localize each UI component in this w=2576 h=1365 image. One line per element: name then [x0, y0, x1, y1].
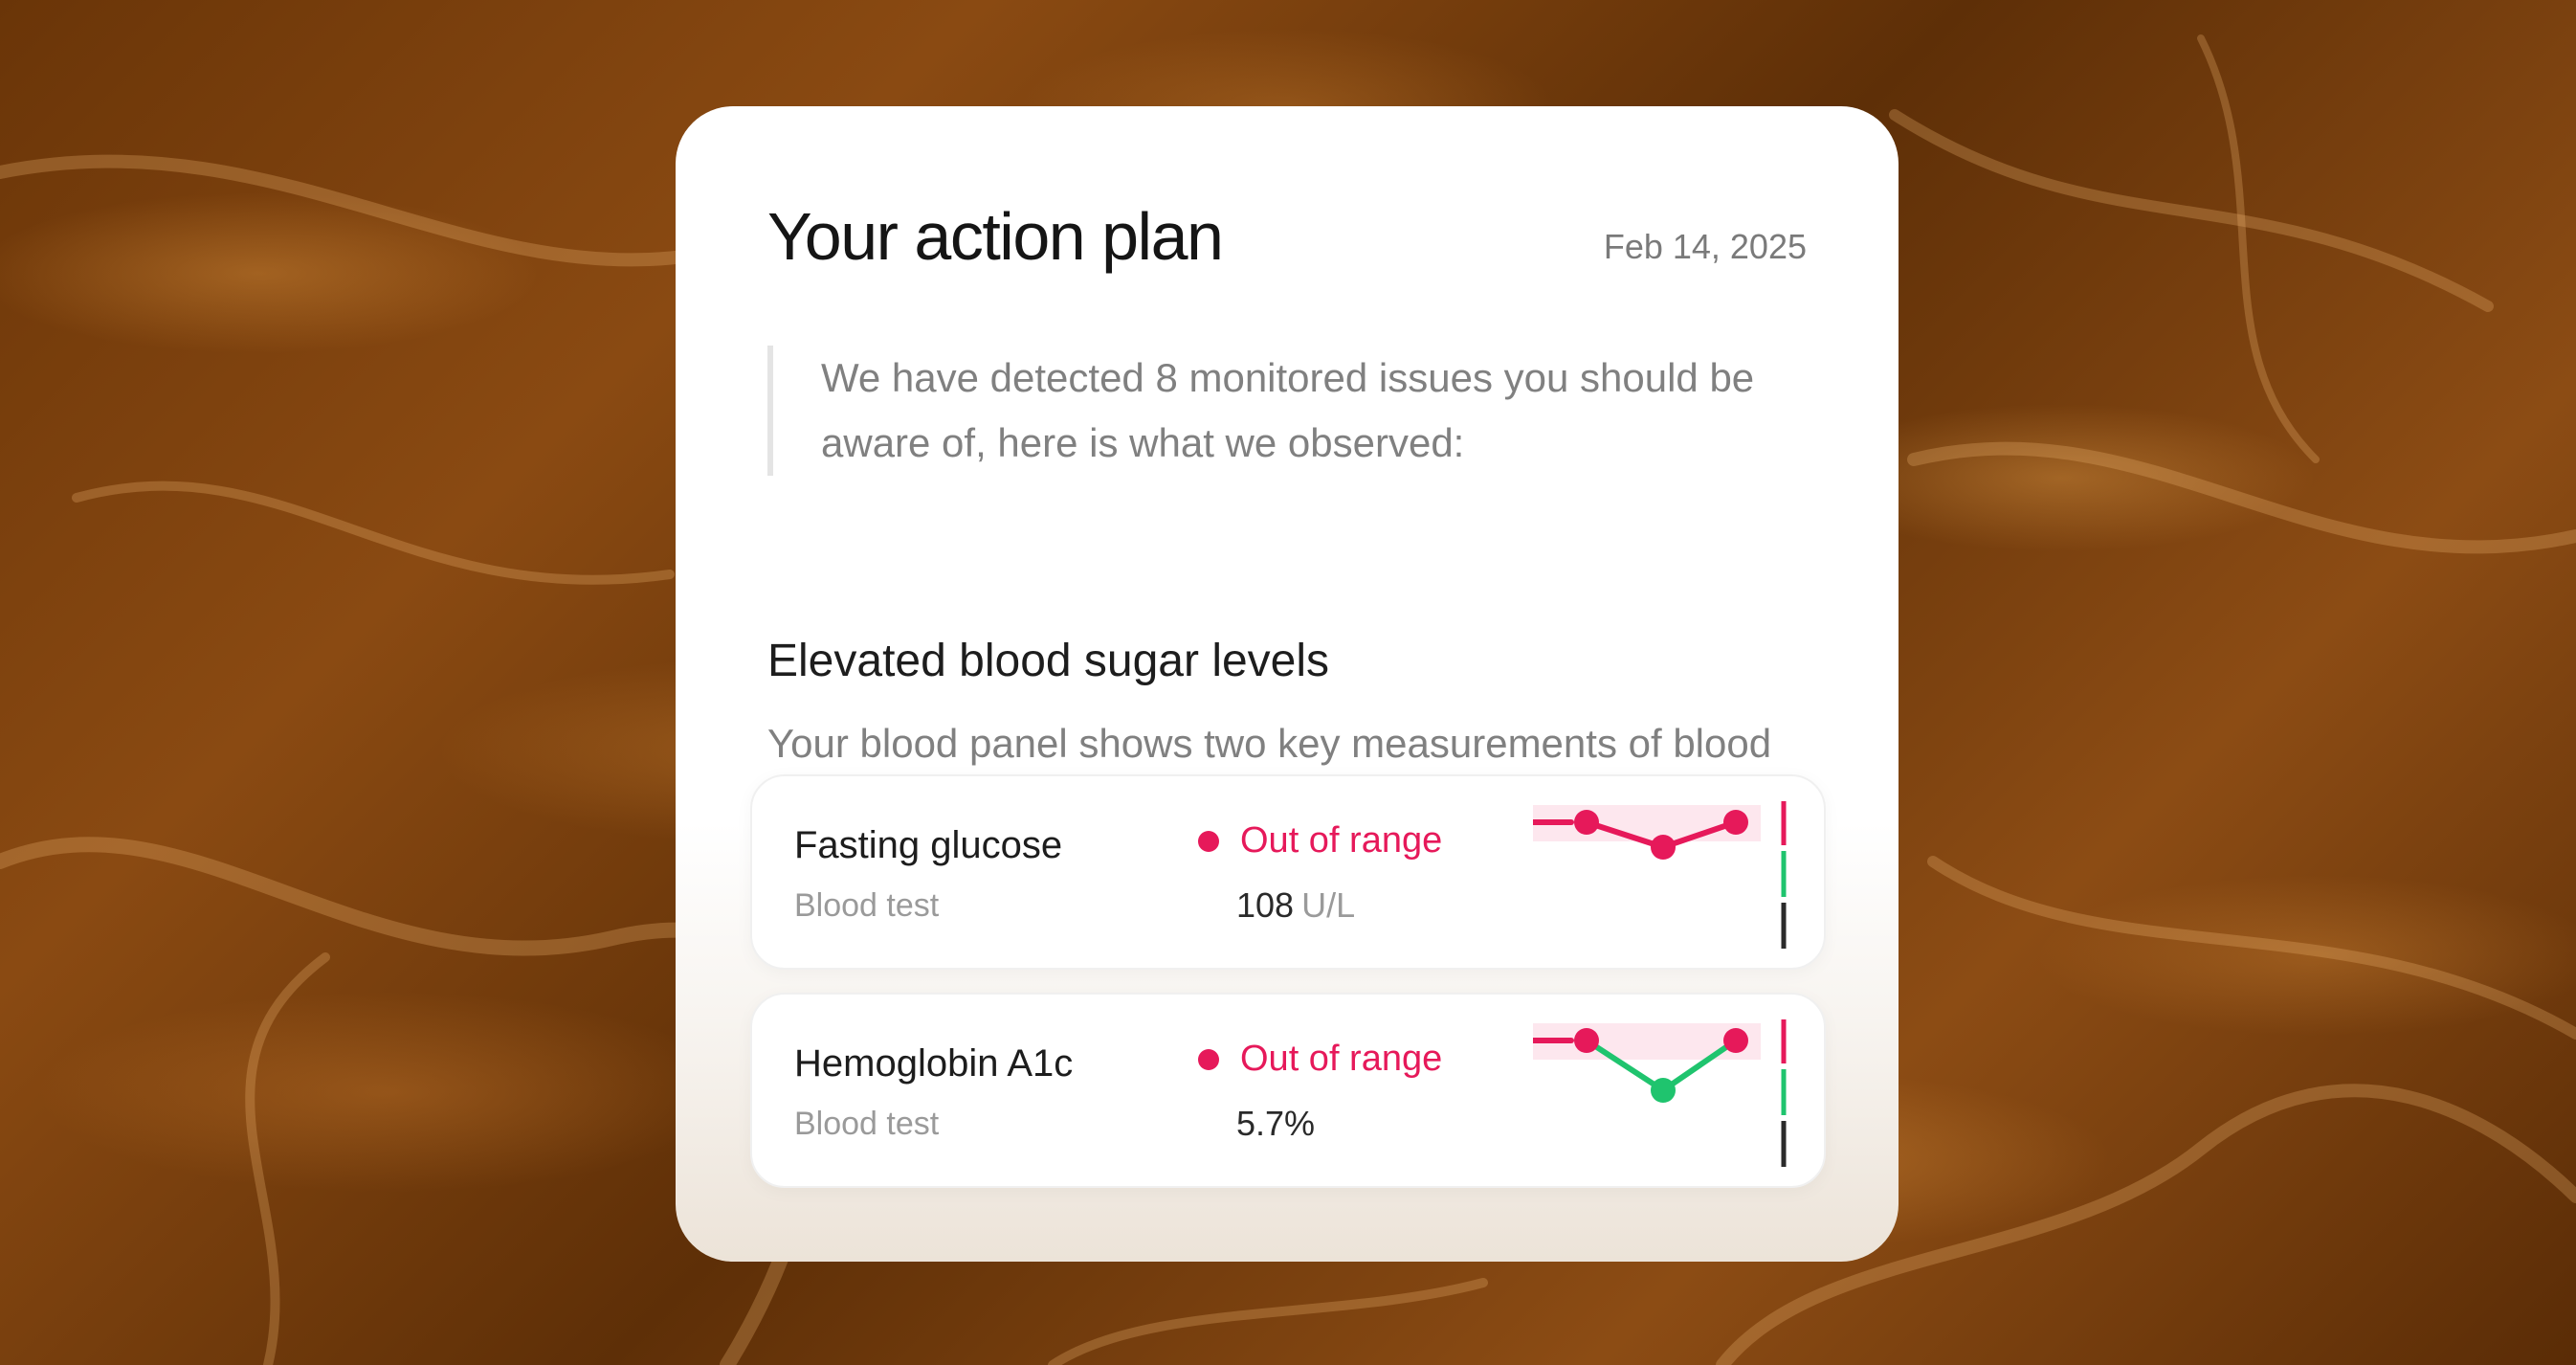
status-label: Out of range	[1240, 1039, 1443, 1079]
trend-point	[1574, 810, 1599, 835]
status-badge: Out of range	[1198, 820, 1442, 862]
action-plan-card: Your action plan Feb 14, 2025 We have de…	[676, 106, 1899, 1262]
trend-point	[1574, 1028, 1599, 1053]
metric-unit: U/L	[1301, 885, 1356, 925]
metric-card-hemoglobin-a1c[interactable]: Hemoglobin A1c Blood test Out of range 5…	[750, 993, 1826, 1188]
sparkline-chart	[1533, 1019, 1787, 1167]
sparkline-chart	[1533, 801, 1787, 949]
metric-value-number: 108	[1236, 885, 1295, 925]
plan-date: Feb 14, 2025	[1603, 227, 1807, 266]
metric-name: Hemoglobin A1c	[794, 1042, 1074, 1085]
metric-source: Blood test	[794, 1106, 940, 1142]
metric-name: Fasting glucose	[794, 824, 1063, 866]
trend-point	[1723, 810, 1748, 835]
card-header: Your action plan Feb 14, 2025	[767, 198, 1807, 284]
status-dot-icon	[1198, 1048, 1219, 1070]
trend-point	[1651, 835, 1676, 860]
metric-source: Blood test	[794, 887, 940, 924]
metric-value-number: 5.7%	[1236, 1104, 1316, 1143]
trend-point	[1651, 1078, 1676, 1103]
summary-quote: We have detected 8 monitored issues you …	[767, 346, 1791, 476]
status-label: Out of range	[1240, 820, 1443, 861]
trend-point	[1723, 1028, 1748, 1053]
status-badge: Out of range	[1198, 1039, 1442, 1080]
metric-value: 108 U/L	[1236, 885, 1355, 926]
page-title: Your action plan	[767, 199, 1224, 274]
section-title: Elevated blood sugar levels	[767, 636, 1330, 686]
metric-card-fasting-glucose[interactable]: Fasting glucose Blood test Out of range …	[750, 774, 1826, 970]
status-dot-icon	[1198, 830, 1219, 852]
metric-value: 5.7%	[1236, 1104, 1322, 1144]
